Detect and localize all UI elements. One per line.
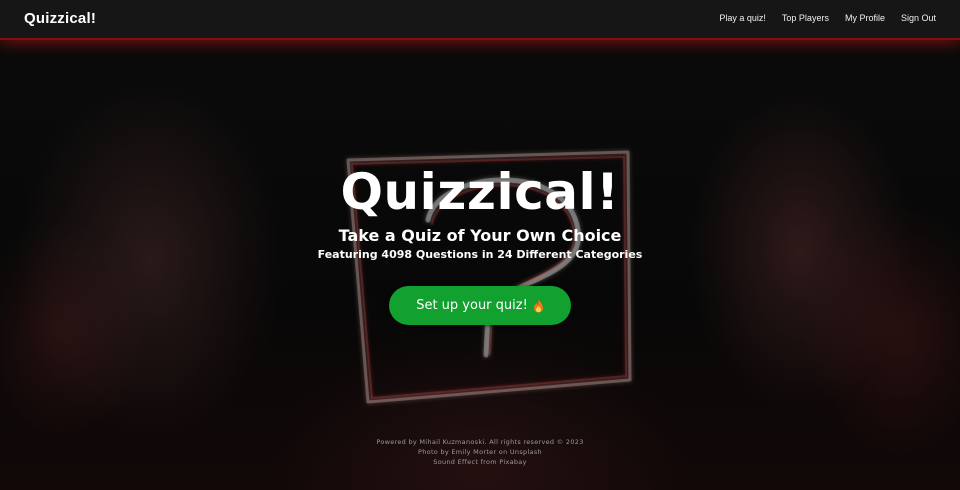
app-page: Quizzical! Play a quiz! Top Players My P…: [0, 0, 960, 490]
setup-quiz-button-label: Set up your quiz!: [416, 298, 528, 313]
nav-link-top-players[interactable]: Top Players: [782, 13, 829, 23]
hero-tagline: Featuring 4098 Questions in 24 Different…: [317, 248, 643, 261]
setup-quiz-button[interactable]: Set up your quiz!: [389, 286, 571, 325]
nav-links: Play a quiz! Top Players My Profile Sign…: [719, 13, 936, 23]
nav-link-play-quiz[interactable]: Play a quiz!: [719, 13, 766, 23]
footer-copyright: Powered by Mihail Kuzmanoski. All rights…: [376, 438, 584, 446]
flame-icon: [533, 299, 543, 312]
footer: Powered by Mihail Kuzmanoski. All rights…: [0, 437, 960, 467]
top-navbar: Quizzical! Play a quiz! Top Players My P…: [0, 0, 960, 38]
nav-link-my-profile[interactable]: My Profile: [845, 13, 885, 23]
nav-link-sign-out[interactable]: Sign Out: [901, 13, 936, 23]
hero-section: Quizzical! Take a Quiz of Your Own Choic…: [0, 160, 960, 262]
hero-subtitle: Take a Quiz of Your Own Choice: [338, 226, 622, 245]
hero-title: Quizzical!: [340, 163, 620, 221]
footer-sound-credit: Sound Effect from Pixabay: [433, 458, 527, 466]
brand-logo[interactable]: Quizzical!: [24, 10, 96, 27]
footer-photo-credit: Photo by Emily Morter on Unsplash: [418, 448, 542, 456]
